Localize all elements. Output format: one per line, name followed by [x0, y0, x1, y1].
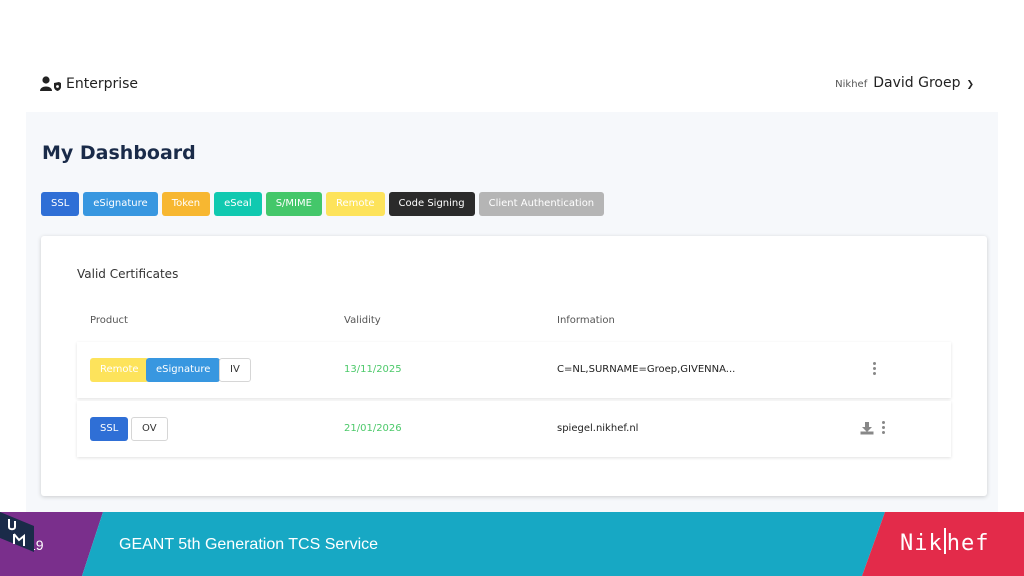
certificate-information: spiegel.nikhef.nl: [557, 423, 639, 434]
um-logo-icon: [0, 512, 34, 552]
product-filter-chips: SSL eSignature Token eSeal S/MIME Remote…: [41, 192, 605, 216]
chip-token[interactable]: Token: [161, 192, 211, 216]
chevron-down-icon: ❯: [966, 80, 974, 90]
tag-ssl: SSL: [90, 417, 129, 441]
chip-eseal[interactable]: eSeal: [214, 192, 262, 216]
card-title: Valid Certificates: [77, 267, 179, 281]
table-row[interactable]: SSL OV 21/01/2026 spiegel.nikhef.nl: [77, 401, 951, 457]
validity-date: 13/11/2025: [344, 364, 402, 375]
tag-remote: Remote: [90, 358, 149, 382]
download-icon[interactable]: [860, 421, 874, 435]
chip-client-authentication[interactable]: Client Authentication: [478, 192, 605, 216]
page-title: My Dashboard: [42, 142, 196, 164]
top-navbar: Enterprise Nikhef David Groep ❯: [26, 62, 998, 112]
more-vertical-icon[interactable]: [873, 362, 877, 376]
column-header-product: Product: [90, 315, 128, 326]
org-name: Nikhef: [835, 79, 868, 90]
dashboard-main: My Dashboard SSL eSignature Token eSeal …: [26, 112, 998, 512]
brand-label: Enterprise: [66, 76, 139, 92]
user-name: David Groep: [873, 75, 961, 91]
tag-iv: IV: [219, 358, 251, 382]
footer-title: GEANT 5th Generation TCS Service: [119, 536, 379, 553]
chip-esignature[interactable]: eSignature: [83, 192, 158, 216]
slide-footer: 19 GEANT 5th Generation TCS Service Nik h…: [0, 512, 1024, 576]
column-header-information: Information: [557, 315, 615, 326]
nikhef-logo-icon: Nik hef: [900, 528, 990, 556]
tag-esignature: eSignature: [146, 358, 221, 382]
validity-date: 21/01/2026: [344, 423, 402, 434]
valid-certificates-card: Valid Certificates Product Validity Info…: [41, 236, 987, 496]
chip-remote[interactable]: Remote: [325, 192, 385, 216]
chip-code-signing[interactable]: Code Signing: [388, 192, 475, 216]
chip-smime[interactable]: S/MIME: [265, 192, 322, 216]
column-header-validity: Validity: [344, 315, 381, 326]
user-menu[interactable]: Nikhef David Groep ❯: [835, 75, 974, 91]
brand[interactable]: Enterprise: [40, 76, 138, 92]
more-vertical-icon[interactable]: [882, 421, 886, 435]
user-shield-icon: [40, 76, 61, 91]
tag-ov: OV: [131, 417, 168, 441]
table-row[interactable]: Remote eSignature IV 13/11/2025 C=NL,SUR…: [77, 342, 951, 398]
chip-ssl[interactable]: SSL: [41, 192, 80, 216]
certificate-information: C=NL,SURNAME=Groep,GIVENNA...: [557, 364, 736, 375]
